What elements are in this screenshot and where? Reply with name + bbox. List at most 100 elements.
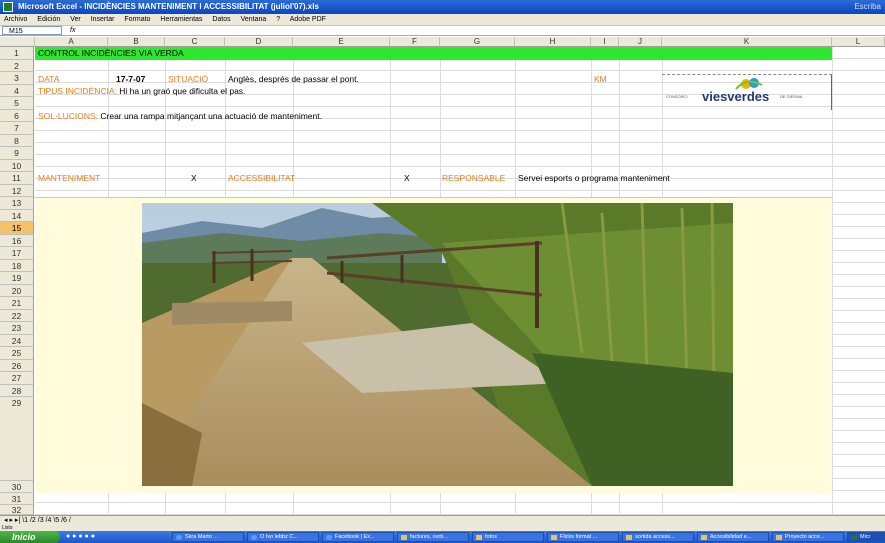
responsable-label[interactable]: RESPONSABLE: [442, 173, 505, 184]
solucions-label: SOL·LUCIONS:: [38, 111, 98, 121]
situacio-label[interactable]: SITUACIÓ: [168, 74, 208, 85]
col-header-l[interactable]: L: [832, 37, 885, 47]
row-header[interactable]: 23: [0, 322, 34, 335]
trail-photo-image: [142, 203, 733, 486]
menu-help[interactable]: ?: [276, 16, 280, 23]
logo-name: viesverdes: [702, 89, 770, 104]
accessibilitat-label[interactable]: ACCESSIBILITAT: [228, 173, 295, 184]
sheet-title[interactable]: CONTROL INCIDÈNCIES VIA VERDA: [38, 48, 184, 59]
col-header-d[interactable]: D: [225, 37, 293, 47]
date-value[interactable]: 17-7-07: [116, 74, 145, 85]
manteniment-mark[interactable]: X: [191, 173, 197, 184]
row-header[interactable]: 14: [0, 210, 34, 222]
col-header-h[interactable]: H: [515, 37, 591, 47]
col-header-a[interactable]: A: [35, 37, 108, 47]
row-header[interactable]: 13: [0, 197, 34, 210]
tipus-row[interactable]: TIPUS INCIDÈNCIA: Hi ha un graó que difi…: [38, 86, 245, 97]
grid-line: [832, 47, 833, 515]
taskbar-button-active[interactable]: Micr: [847, 532, 885, 542]
fx-icon[interactable]: fx: [70, 26, 75, 36]
row-header[interactable]: 25: [0, 347, 34, 360]
window-title: Microsoft Excel - INCIDÈNCIES MANTENIMEN…: [18, 2, 319, 11]
title-side-text: Escriba: [854, 2, 881, 11]
row-header[interactable]: 20: [0, 285, 34, 297]
row-header[interactable]: 9: [0, 147, 34, 160]
solucions-row[interactable]: SOL·LUCIONS: Crear una rampa mitjançant …: [38, 111, 322, 122]
row-header-selected[interactable]: 15: [0, 222, 34, 235]
start-label: Inicio: [12, 532, 36, 542]
row-header[interactable]: 27: [0, 372, 34, 385]
row-header[interactable]: 12: [0, 185, 34, 197]
row-header[interactable]: 16: [0, 235, 34, 247]
row-header[interactable]: 8: [0, 135, 34, 147]
formula-bar: M15 fx: [0, 26, 885, 36]
row-header[interactable]: 1: [0, 47, 34, 60]
data-label[interactable]: DATA: [38, 74, 59, 85]
col-header-c[interactable]: C: [165, 37, 225, 47]
row-header[interactable]: 22: [0, 310, 34, 322]
row-header[interactable]: 3: [0, 72, 34, 85]
row-header[interactable]: 5: [0, 97, 34, 110]
row-header[interactable]: 24: [0, 335, 34, 347]
row-header[interactable]: 2: [0, 60, 34, 72]
taskbar-button[interactable]: fotos: [472, 532, 544, 542]
menu-archivo[interactable]: Archivo: [4, 16, 27, 23]
select-all-corner[interactable]: [0, 37, 35, 47]
row-header[interactable]: 30: [0, 481, 34, 493]
col-header-e[interactable]: E: [293, 37, 390, 47]
taskbar-button[interactable]: Skra Marto ...: [172, 532, 244, 542]
taskbar-button[interactable]: O Ivo lebbz C...: [247, 532, 319, 542]
menu-formato[interactable]: Formato: [124, 16, 150, 23]
row-header[interactable]: 17: [0, 247, 34, 260]
row-header[interactable]: 21: [0, 297, 34, 310]
title-bar: Microsoft Excel - INCIDÈNCIES MANTENIMEN…: [0, 0, 885, 14]
taskbar-button[interactable]: sortida access...: [622, 532, 694, 542]
row-header[interactable]: 11: [0, 172, 34, 185]
menu-herramientas[interactable]: Herramientas: [160, 16, 202, 23]
menu-ventana[interactable]: Ventana: [241, 16, 267, 23]
menu-insertar[interactable]: Insertar: [91, 16, 115, 23]
col-header-i[interactable]: I: [591, 37, 619, 47]
manteniment-label[interactable]: MANTENIMENT: [38, 173, 100, 184]
menu-bar: Archivo Edición Ver Insertar Formato Her…: [0, 14, 885, 26]
col-header-g[interactable]: G: [440, 37, 515, 47]
taskbar: Inicio ● ● ● ● ● Skra Marto ... O Ivo le…: [0, 531, 885, 543]
quick-launch-icons[interactable]: ● ● ● ● ●: [66, 533, 95, 540]
taskbar-button[interactable]: Proyecto acce...: [772, 532, 844, 542]
menu-datos[interactable]: Datos: [212, 16, 230, 23]
taskbar-button[interactable]: Flicks format ...: [547, 532, 619, 542]
km-label[interactable]: KM: [594, 74, 607, 85]
col-header-k[interactable]: K: [662, 37, 832, 47]
col-header-j[interactable]: J: [619, 37, 662, 47]
row-header[interactable]: 26: [0, 360, 34, 372]
start-button[interactable]: Inicio: [0, 531, 60, 543]
vies-verdes-logo[interactable]: CONSORCI viesverdes DE GIRONA: [662, 74, 832, 110]
row-header[interactable]: 6: [0, 110, 34, 122]
situacio-value[interactable]: Anglès, després de passar el pont.: [228, 74, 359, 85]
taskbar-button[interactable]: factures, certi...: [397, 532, 469, 542]
responsable-value[interactable]: Servei esports o programa manteniment: [518, 173, 670, 184]
row-header[interactable]: 32: [0, 505, 34, 515]
menu-adobe-pdf[interactable]: Adobe PDF: [290, 16, 326, 23]
row-header[interactable]: 7: [0, 122, 34, 135]
trail-photo[interactable]: [142, 203, 733, 486]
row-header[interactable]: 4: [0, 85, 34, 97]
sheet-tab-list[interactable]: \1 /2 /3 /4 \5 /6 /: [22, 517, 71, 524]
row-header[interactable]: 18: [0, 260, 34, 272]
row-header[interactable]: 19: [0, 272, 34, 285]
taskbar-button[interactable]: Accesibilidad e...: [697, 532, 769, 542]
row-header[interactable]: 29: [0, 397, 34, 481]
col-header-b[interactable]: B: [108, 37, 165, 47]
accessibilitat-mark[interactable]: X: [404, 173, 410, 184]
tab-scroll-arrows[interactable]: ◂ ▸ ▸|: [4, 517, 20, 524]
row-header[interactable]: 31: [0, 493, 34, 505]
sheet-tabs: ◂ ▸ ▸| \1 /2 /3 /4 \5 /6 /: [0, 515, 885, 525]
taskbar-button[interactable]: Facebook | Ex...: [322, 532, 394, 542]
menu-ver[interactable]: Ver: [70, 16, 81, 23]
name-box[interactable]: M15: [2, 26, 62, 35]
col-header-f[interactable]: F: [390, 37, 440, 47]
excel-icon: [3, 2, 13, 12]
menu-edicion[interactable]: Edición: [37, 16, 60, 23]
row-header[interactable]: 28: [0, 385, 34, 397]
row-header[interactable]: 10: [0, 160, 34, 172]
